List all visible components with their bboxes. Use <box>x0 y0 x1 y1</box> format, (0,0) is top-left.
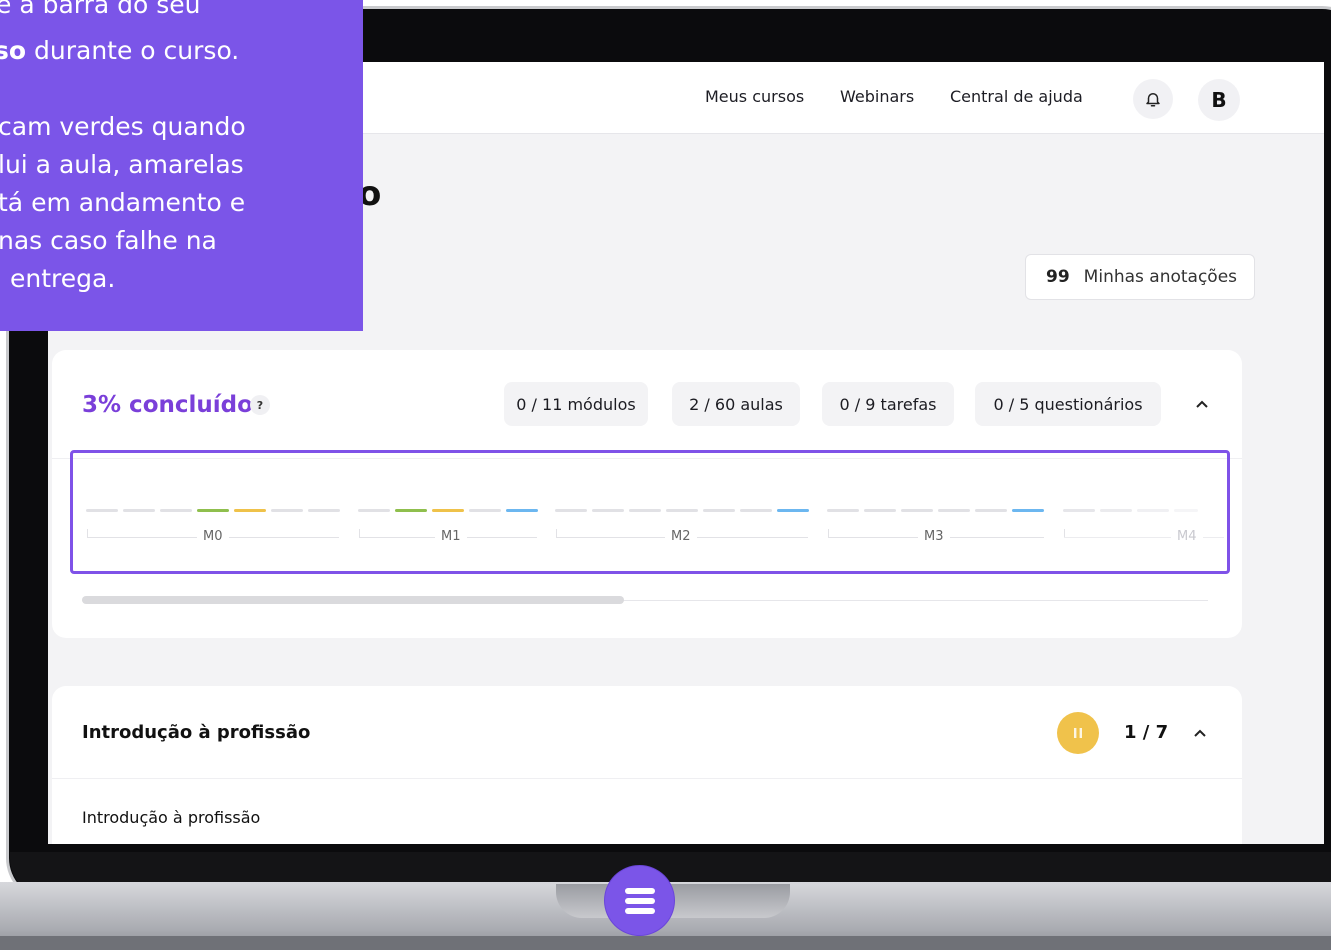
tooltip-line: cam verdes quando <box>0 112 246 141</box>
lesson-segment <box>703 509 735 512</box>
chevron-up-icon <box>1196 400 1208 408</box>
quote-icon: 99 <box>1046 267 1070 287</box>
in-progress-status-icon <box>1057 712 1099 754</box>
tooltip-line: tá em andamento e <box>0 188 246 217</box>
progress-card: 3% concluído ? 0 / 11 módulos 2 / 60 aul… <box>52 350 1242 638</box>
lesson-segment <box>308 509 340 512</box>
percent-complete: 3% concluído <box>82 392 253 418</box>
lesson-segment <box>1100 509 1132 512</box>
lesson-segment <box>1137 509 1169 512</box>
tooltip-line: lui a aula, amarelas <box>0 150 244 179</box>
nav-central-de-ajuda[interactable]: Central de ajuda <box>950 87 1083 106</box>
collapse-progress-button[interactable] <box>1190 392 1214 416</box>
lesson-segment-current <box>1012 509 1044 512</box>
lesson-segment-done <box>197 509 229 512</box>
lesson-segment <box>629 509 661 512</box>
lesson-segment <box>975 509 1007 512</box>
lesson-segment <box>1174 509 1198 512</box>
lesson-segment-done <box>395 509 427 512</box>
collapse-module-button[interactable] <box>1188 721 1212 745</box>
tooltip-line: nas caso falhe na <box>0 226 217 255</box>
module-label-m2[interactable]: M2 <box>665 529 697 544</box>
chevron-up-icon <box>1194 729 1206 737</box>
lesson-segment <box>358 509 390 512</box>
tooltip-bold-fragment: so <box>0 36 27 65</box>
lesson-segment <box>901 509 933 512</box>
lesson-segment <box>592 509 624 512</box>
bell-icon <box>1146 93 1160 107</box>
lesson-segment <box>827 509 859 512</box>
laptop-base-shadow <box>0 936 1331 950</box>
lesson-segment <box>271 509 303 512</box>
help-icon[interactable]: ? <box>250 395 270 415</box>
tooltip-line: e a barra do seu <box>0 0 201 19</box>
module-label-m4[interactable]: M4 <box>1171 529 1203 544</box>
lesson-segment-current <box>506 509 538 512</box>
tooltip-line-with-bold: so durante o curso. <box>0 32 239 69</box>
nav-webinars[interactable]: Webinars <box>840 87 914 106</box>
nav-meus-cursos[interactable]: Meus cursos <box>705 87 804 106</box>
lesson-segment <box>740 509 772 512</box>
module-title[interactable]: Introdução à profissão <box>82 722 310 743</box>
module-label-m1[interactable]: M1 <box>435 529 467 544</box>
lesson-segment <box>123 509 155 512</box>
progress-scroll-thumb[interactable] <box>82 596 624 604</box>
module-progress-bar: M0 M1 M2 M3 M4 <box>70 450 1230 574</box>
lesson-item[interactable]: Introdução à profissão <box>82 808 260 827</box>
stat-tasks: 0 / 9 tarefas <box>822 382 954 426</box>
lesson-segment <box>938 509 970 512</box>
stat-quizzes: 0 / 5 questionários <box>975 382 1161 426</box>
module-label-m3[interactable]: M3 <box>918 529 950 544</box>
lesson-segment <box>864 509 896 512</box>
lesson-segment-in-progress <box>432 509 464 512</box>
lesson-segment <box>555 509 587 512</box>
menu-icon <box>624 887 655 914</box>
tooltip-line: durante o curso. <box>34 36 240 65</box>
menu-fab-button[interactable] <box>605 866 674 935</box>
lesson-segment <box>1063 509 1095 512</box>
my-notes-label: Minhas anotações <box>1083 267 1238 287</box>
lesson-segment <box>469 509 501 512</box>
module-label-m0[interactable]: M0 <box>197 529 229 544</box>
stat-lessons: 2 / 60 aulas <box>672 382 800 426</box>
notifications-button[interactable] <box>1133 79 1173 119</box>
lesson-segment <box>666 509 698 512</box>
stat-modules: 0 / 11 módulos <box>504 382 648 426</box>
onboarding-tooltip: e a barra do seu so durante o curso. cam… <box>0 0 363 331</box>
module-lesson-count: 1 / 7 <box>1124 722 1169 743</box>
module-card: Introdução à profissão 1 / 7 Introdução … <box>52 686 1242 844</box>
lesson-segment-in-progress <box>234 509 266 512</box>
user-avatar[interactable]: B <box>1198 79 1240 121</box>
module-divider <box>52 778 1242 779</box>
tooltip-line: entrega. <box>10 264 116 293</box>
pause-icon <box>1074 728 1082 738</box>
lesson-segment <box>86 509 118 512</box>
my-notes-button[interactable]: 99 Minhas anotações <box>1025 254 1255 300</box>
lesson-segment <box>160 509 192 512</box>
lesson-segment-current <box>777 509 809 512</box>
